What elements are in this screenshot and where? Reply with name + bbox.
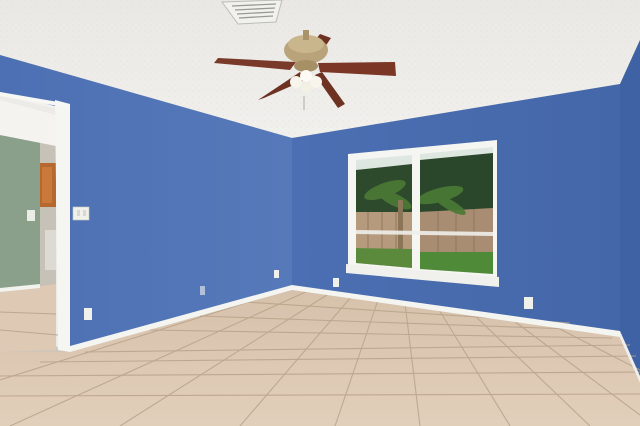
light-switch-icon bbox=[72, 206, 90, 221]
window bbox=[346, 140, 499, 287]
right-wall bbox=[620, 40, 640, 380]
empty-room-photo bbox=[0, 0, 640, 426]
